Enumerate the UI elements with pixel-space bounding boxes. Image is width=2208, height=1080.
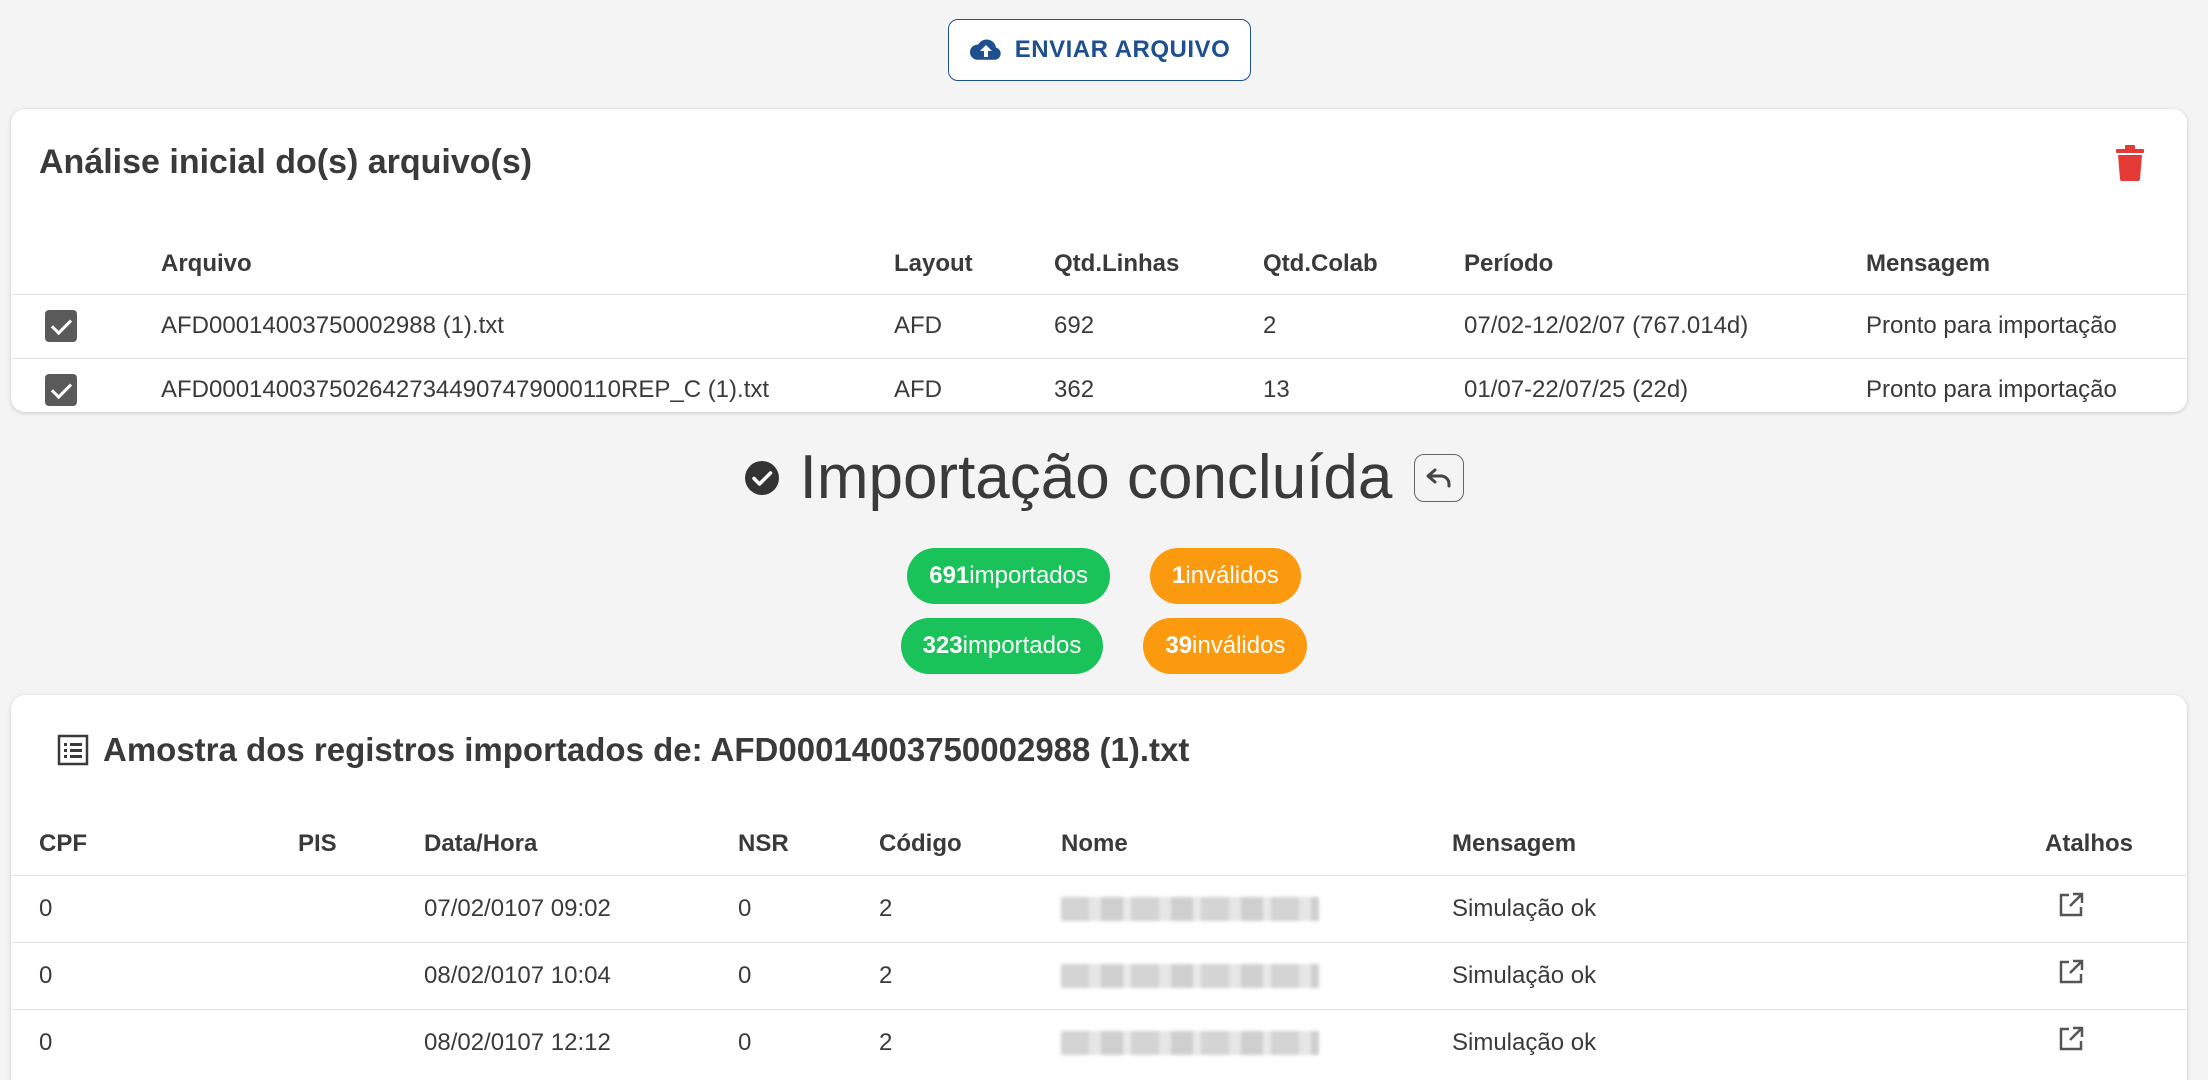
open-external-icon[interactable]	[2057, 958, 2085, 986]
invalid-count: 1	[1172, 562, 1186, 589]
imported-label: importados	[969, 562, 1089, 589]
imported-count: 323	[922, 632, 963, 659]
open-external-icon[interactable]	[2057, 891, 2085, 919]
invalid-count: 39	[1165, 632, 1193, 659]
column-header: Mensagem	[1452, 829, 1577, 857]
message-cell: Simulação ok	[1452, 941, 2045, 1009]
datetime-cell: 08/02/0107 10:04	[424, 941, 738, 1009]
column-header: Período	[1464, 249, 1554, 277]
collaborators-cell: 13	[1263, 357, 1464, 422]
badge-row: 323 importados 39 inválidos	[0, 618, 2208, 674]
open-external-icon[interactable]	[2057, 1025, 2085, 1053]
analysis-card: Análise inicial do(s) arquivo(s) Arquivo…	[11, 109, 2187, 422]
name-cell	[1061, 1008, 1452, 1076]
list-icon	[57, 734, 89, 766]
select-column-header	[11, 234, 161, 294]
shortcut-cell	[2045, 874, 2187, 942]
column-header: Atalhos	[2045, 829, 2134, 857]
period-cell: 01/07-22/07/25 (22d)	[1464, 357, 1866, 422]
code-cell: 2	[879, 1008, 1061, 1076]
name-cell	[1061, 941, 1452, 1009]
table-row: 0 08/02/0107 12:12 0 2 Simulação ok	[11, 1008, 2187, 1076]
datetime-cell: 08/02/0107 12:12	[424, 1008, 738, 1076]
undo-icon	[1426, 468, 1451, 487]
table-header-row: CPF PIS Data/Hora NSR Código Nome Mensag…	[11, 813, 2187, 875]
row-checkbox[interactable]	[45, 310, 77, 342]
imported-count: 691	[929, 562, 970, 589]
invalid-label: inválidos	[1192, 632, 1286, 659]
column-header: Data/Hora	[424, 829, 538, 857]
message-cell: Pronto para importação	[1866, 357, 2187, 422]
column-header: Arquivo	[161, 249, 252, 277]
nsr-cell: 0	[738, 1008, 879, 1076]
nsr-cell: 0	[738, 941, 879, 1009]
pis-cell	[298, 1008, 424, 1076]
column-header: Qtd.Linhas	[1054, 249, 1180, 277]
check-circle-icon	[744, 460, 779, 495]
column-header: NSR	[738, 829, 789, 857]
layout-cell: AFD	[894, 357, 1054, 422]
imported-badge: 691 importados	[907, 548, 1111, 604]
message-cell: Pronto para importação	[1866, 293, 2187, 358]
cpf-cell: 0	[11, 1008, 298, 1076]
table-header-row: Arquivo Layout Qtd.Linhas Qtd.Colab Perí…	[11, 234, 2187, 294]
column-header: CPF	[39, 829, 87, 857]
file-name-cell: AFD00014003750002988 (1).txt	[161, 293, 894, 358]
table-row: AFD00014003750002988 (1).txt AFD 692 2 0…	[11, 293, 2187, 358]
invalid-badge: 1 inválidos	[1150, 548, 1301, 604]
row-checkbox[interactable]	[45, 374, 77, 407]
imported-label: importados	[962, 632, 1082, 659]
analysis-title: Análise inicial do(s) arquivo(s)	[39, 143, 533, 181]
code-cell: 2	[879, 941, 1061, 1009]
message-cell: Simulação ok	[1452, 874, 2045, 942]
analysis-table: Arquivo Layout Qtd.Linhas Qtd.Colab Perí…	[11, 234, 2187, 422]
period-cell: 07/02-12/02/07 (767.014d)	[1464, 293, 1866, 358]
cpf-cell: 0	[11, 941, 298, 1009]
datetime-cell: 07/02/0107 09:02	[424, 874, 738, 942]
column-header: Mensagem	[1866, 249, 1991, 277]
code-cell: 2	[879, 874, 1061, 942]
collaborators-cell: 2	[1263, 293, 1464, 358]
column-header: PIS	[298, 829, 337, 857]
column-header: Código	[879, 829, 962, 857]
import-status: Importação concluída	[0, 440, 2208, 515]
pis-cell	[298, 874, 424, 942]
cpf-cell: 0	[11, 874, 298, 942]
row-select-cell	[11, 357, 161, 422]
nsr-cell: 0	[738, 874, 879, 942]
lines-cell: 362	[1054, 357, 1263, 422]
name-cell	[1061, 874, 1452, 942]
column-header: Nome	[1061, 829, 1128, 857]
sample-title: Amostra dos registros importados de: AFD…	[103, 731, 1190, 768]
layout-cell: AFD	[894, 293, 1054, 358]
row-select-cell	[11, 293, 161, 358]
imported-badge: 323 importados	[900, 618, 1104, 674]
upload-file-button[interactable]: ENVIAR ARQUIVO	[948, 19, 1251, 81]
sample-table: CPF PIS Data/Hora NSR Código Nome Mensag…	[11, 813, 2187, 1076]
redacted-name	[1061, 1031, 1319, 1056]
lines-cell: 692	[1054, 293, 1263, 358]
column-header: Qtd.Colab	[1263, 249, 1378, 277]
message-cell: Simulação ok	[1452, 1008, 2045, 1076]
sample-card: Amostra dos registros importados de: AFD…	[11, 695, 2187, 1080]
file-name-cell: AFD0001400375026427344907479000110REP_C …	[161, 357, 894, 422]
invalid-label: inválidos	[1185, 562, 1279, 589]
table-row: AFD0001400375026427344907479000110REP_C …	[11, 357, 2187, 422]
invalid-badge: 39 inválidos	[1143, 618, 1308, 674]
table-row: 0 07/02/0107 09:02 0 2 Simulação ok	[11, 874, 2187, 942]
undo-import-button[interactable]	[1414, 453, 1465, 502]
redacted-name	[1061, 897, 1319, 922]
redacted-name	[1061, 964, 1319, 989]
table-row: 0 08/02/0107 10:04 0 2 Simulação ok	[11, 941, 2187, 1009]
trash-icon[interactable]	[2115, 145, 2145, 181]
column-header: Layout	[894, 249, 973, 277]
shortcut-cell	[2045, 1008, 2187, 1076]
import-status-title: Importação concluída	[799, 443, 1393, 512]
pis-cell	[298, 941, 424, 1009]
cloud-upload-icon	[969, 39, 1001, 60]
sample-title-row: Amostra dos registros importados de: AFD…	[57, 731, 1189, 769]
badge-row: 691 importados 1 inválidos	[0, 548, 2208, 604]
upload-file-label: ENVIAR ARQUIVO	[1014, 36, 1231, 63]
shortcut-cell	[2045, 941, 2187, 1009]
